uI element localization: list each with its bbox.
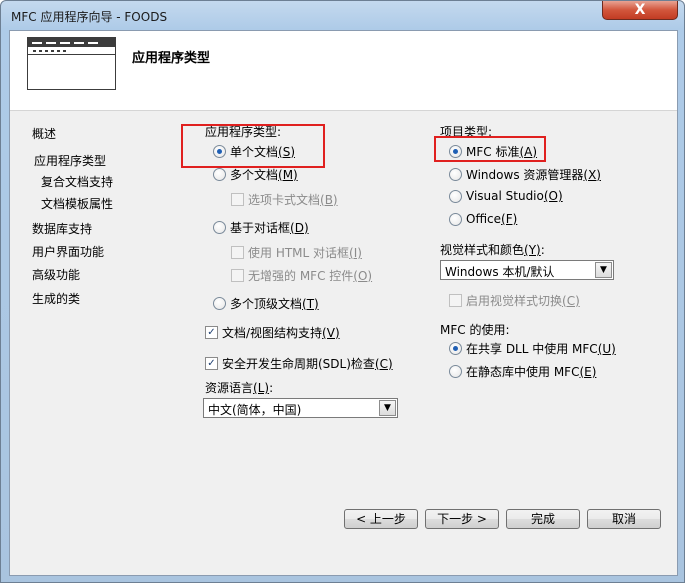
enable-style-switch-checkbox[interactable]: 启用视觉样式切换 (C) bbox=[449, 292, 580, 309]
radio-indicator bbox=[213, 297, 226, 310]
checkbox-box bbox=[231, 269, 244, 282]
checkbox-label: 启用视觉样式切换 bbox=[466, 294, 563, 308]
radio-label: Windows 资源管理器 bbox=[466, 168, 584, 182]
multiple-documents-radio[interactable]: 多个文档 (M) bbox=[213, 166, 298, 183]
visual-style-select[interactable]: Windows 本机/默认 ▼ bbox=[440, 260, 614, 280]
windows-explorer-radio[interactable]: Windows 资源管理器 (X) bbox=[449, 166, 601, 183]
radio-indicator bbox=[449, 365, 462, 378]
window-title: MFC 应用程序向导 - FOODS bbox=[11, 10, 168, 24]
chevron-down-icon[interactable]: ▼ bbox=[379, 400, 396, 416]
html-dialog-checkbox[interactable]: 使用 HTML 对话框 (I) bbox=[231, 244, 362, 261]
office-radio[interactable]: Office (F) bbox=[449, 212, 517, 226]
radio-label: 多个顶级文档 bbox=[230, 297, 303, 311]
next-button[interactable]: 下一步 > bbox=[425, 509, 499, 529]
nav-item-ui-features[interactable]: 用户界面功能 bbox=[32, 243, 104, 260]
selected-value: 中文(简体，中国) bbox=[208, 403, 302, 417]
checkmark-icon: ✓ bbox=[205, 357, 218, 370]
cancel-button[interactable]: 取消 bbox=[587, 509, 661, 529]
static-library-radio[interactable]: 在静态库中使用 MFC (E) bbox=[449, 363, 596, 380]
finish-button[interactable]: 完成 bbox=[506, 509, 580, 529]
resource-language-select[interactable]: 中文(简体，中国) ▼ bbox=[203, 398, 398, 418]
mfc-use-label: MFC 的使用: bbox=[440, 323, 510, 337]
multiple-top-level-radio[interactable]: 多个顶级文档 (T) bbox=[213, 295, 319, 312]
checkbox-box bbox=[231, 193, 244, 206]
radio-indicator bbox=[449, 168, 462, 181]
previous-button[interactable]: < 上一步 bbox=[344, 509, 418, 529]
checkbox-label: 安全开发生命周期(SDL)检查 bbox=[222, 357, 375, 371]
nav-item-app-type[interactable]: 应用程序类型 bbox=[34, 152, 106, 169]
nav-item-compound-doc[interactable]: 复合文档支持 bbox=[41, 173, 113, 190]
dialog-based-radio[interactable]: 基于对话框 (D) bbox=[213, 219, 309, 236]
selected-value: Windows 本机/默认 bbox=[445, 265, 555, 279]
highlight-box-app-type bbox=[181, 124, 325, 168]
checkbox-label: 文档/视图结构支持 bbox=[222, 326, 323, 340]
tabbed-documents-checkbox[interactable]: 选项卡式文档 (B) bbox=[231, 191, 338, 208]
nav-item-generated-classes[interactable]: 生成的类 bbox=[32, 290, 80, 307]
nav-item-overview[interactable]: 概述 bbox=[32, 125, 56, 142]
nav-item-database[interactable]: 数据库支持 bbox=[32, 220, 92, 237]
radio-indicator bbox=[449, 342, 462, 355]
radio-label: 多个文档 bbox=[230, 168, 279, 182]
chevron-down-icon[interactable]: ▼ bbox=[595, 262, 612, 278]
radio-indicator bbox=[449, 212, 462, 226]
resource-language-label: 资源语言(L): bbox=[205, 381, 274, 395]
radio-label: Visual Studio bbox=[466, 189, 544, 203]
radio-label: 在静态库中使用 MFC bbox=[466, 365, 580, 379]
checkmark-icon: ✓ bbox=[205, 326, 218, 339]
wizard-window: MFC 应用程序向导 - FOODS X 应用程序类型 概述 应用程序类型 复合… bbox=[0, 0, 685, 583]
radio-label: 在共享 DLL 中使用 MFC bbox=[466, 342, 598, 356]
radio-label: Office bbox=[466, 212, 502, 226]
sdl-checks-checkbox[interactable]: ✓ 安全开发生命周期(SDL)检查 (C) bbox=[205, 355, 393, 372]
checkbox-box bbox=[449, 294, 462, 307]
close-button[interactable]: X bbox=[602, 1, 678, 20]
checkbox-label: 使用 HTML 对话框 bbox=[248, 246, 350, 260]
window-illustration-icon bbox=[27, 37, 116, 90]
nav-item-doc-template[interactable]: 文档模板属性 bbox=[41, 195, 113, 212]
radio-indicator bbox=[449, 189, 462, 203]
radio-label: 基于对话框 bbox=[230, 221, 291, 235]
checkbox-box bbox=[231, 246, 244, 259]
wizard-header: 应用程序类型 bbox=[10, 31, 677, 111]
visual-style-label: 视觉样式和颜色(Y): bbox=[440, 243, 545, 257]
checkbox-label: 选项卡式文档 bbox=[248, 193, 321, 207]
radio-indicator bbox=[213, 221, 226, 234]
radio-indicator bbox=[213, 168, 226, 181]
no-enhanced-controls-checkbox[interactable]: 无增强的 MFC 控件 (O) bbox=[231, 267, 372, 284]
checkbox-label: 无增强的 MFC 控件 bbox=[248, 269, 354, 283]
shared-dll-radio[interactable]: 在共享 DLL 中使用 MFC (U) bbox=[449, 340, 616, 357]
page-title: 应用程序类型 bbox=[132, 51, 211, 66]
highlight-box-mfc-standard bbox=[434, 136, 546, 162]
doc-view-support-checkbox[interactable]: ✓ 文档/视图结构支持 (V) bbox=[205, 324, 340, 341]
visual-studio-radio[interactable]: Visual Studio (O) bbox=[449, 189, 563, 203]
nav-item-advanced[interactable]: 高级功能 bbox=[32, 266, 80, 283]
